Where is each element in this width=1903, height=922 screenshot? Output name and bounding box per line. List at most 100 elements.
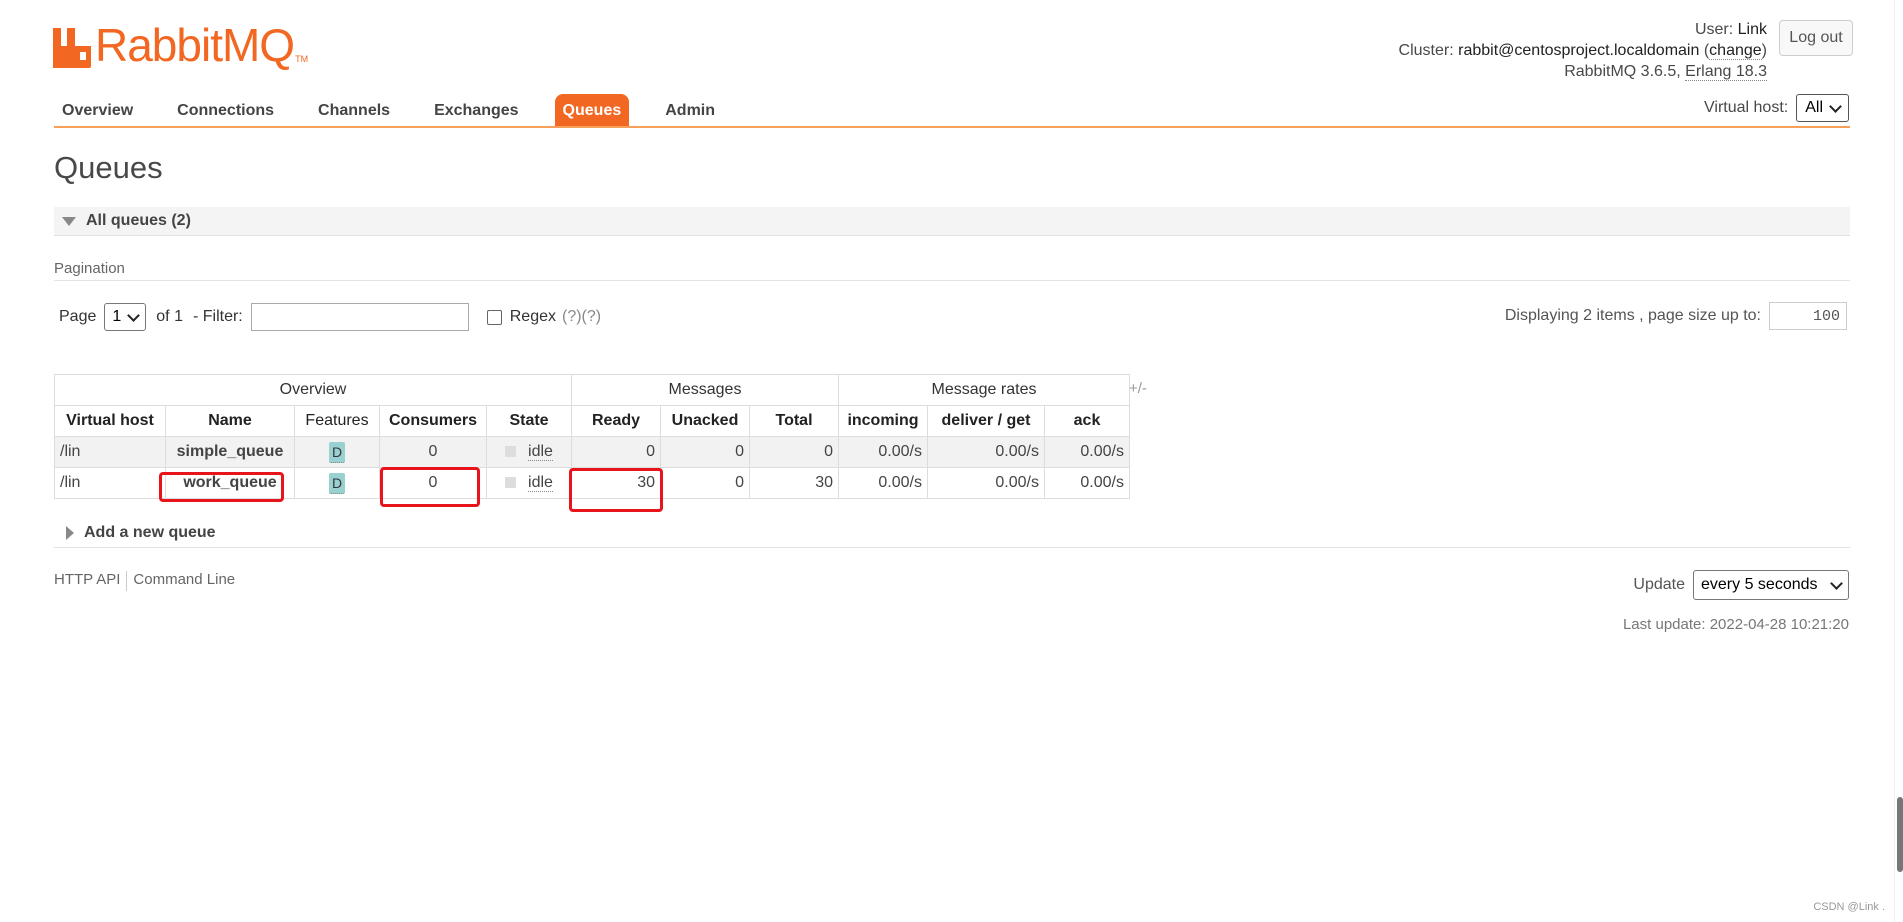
footer-divider — [126, 571, 128, 591]
watermark: CSDN @Link . — [1813, 901, 1885, 913]
cell-total: 30 — [749, 467, 839, 499]
chevron-down-icon — [1830, 576, 1843, 590]
tab-overview[interactable]: Overview — [54, 94, 141, 126]
filter-label: - Filter: — [192, 308, 243, 325]
expand-triangle-icon — [66, 526, 74, 540]
trademark: TM — [295, 54, 309, 64]
pagination-divider — [54, 280, 1850, 281]
cluster-label: Cluster: — [1398, 42, 1454, 59]
highlight-ready — [569, 468, 663, 512]
page-select[interactable]: 1 — [104, 303, 147, 331]
http-api-link[interactable]: HTTP API — [54, 571, 120, 591]
highlight-consumers — [380, 467, 480, 507]
cell-vhost: /lin — [54, 467, 166, 499]
logout-button[interactable]: Log out — [1779, 20, 1853, 56]
col-unacked[interactable]: Unacked — [660, 405, 750, 437]
regex-label: Regex — [509, 308, 556, 325]
cell-unacked: 0 — [660, 436, 750, 468]
cell-ready: 0 — [571, 436, 661, 468]
user-label: User: — [1694, 21, 1734, 38]
tab-connections[interactable]: Connections — [169, 94, 282, 126]
durable-badge: D — [328, 441, 346, 463]
regex-checkbox[interactable] — [486, 309, 502, 325]
display-info: Displaying 2 items , page size up to: — [1505, 302, 1847, 330]
cell-total: 0 — [749, 436, 839, 468]
virtual-host-select[interactable]: All — [1796, 94, 1849, 122]
login-details: User: Link Cluster: rabbit@centosproject… — [1398, 21, 1767, 81]
tab-admin[interactable]: Admin — [657, 94, 723, 126]
queue-link-simple-queue[interactable]: simple_queue — [165, 436, 295, 468]
state-indicator-icon — [505, 446, 517, 458]
col-virtual-host[interactable]: Virtual host — [54, 405, 166, 437]
table-row: /lin simple_queue D 0 idle 0 0 0 0.00/s … — [54, 436, 1130, 468]
col-features: Features — [294, 405, 380, 437]
cell-features: D — [294, 467, 380, 499]
cluster-name: rabbit@centosproject.localdomain — [1458, 42, 1700, 59]
col-ready[interactable]: Ready — [571, 405, 661, 437]
cell-consumers: 0 — [379, 436, 487, 468]
group-message-rates: Message rates — [838, 374, 1130, 406]
last-update: Last update: 2022-04-28 10:21:20 — [1622, 616, 1849, 633]
command-line-link[interactable]: Command Line — [133, 571, 235, 591]
page-count: of 1 — [156, 308, 183, 325]
tab-exchanges[interactable]: Exchanges — [426, 94, 526, 126]
main-nav-tabs: Overview Connections Channels Exchanges … — [54, 94, 751, 128]
virtual-host-label: Virtual host: — [1704, 99, 1789, 116]
all-queues-label: All queues (2) — [86, 212, 191, 229]
page-title: Queues — [54, 150, 163, 185]
update-interval-select[interactable]: every 5 seconds — [1693, 570, 1849, 600]
footer-links: HTTP API Command Line — [54, 571, 235, 591]
erlang-version: Erlang 18.3 — [1685, 63, 1767, 81]
cell-features: D — [294, 436, 380, 468]
cell-state: idle — [486, 436, 572, 468]
display-label: Displaying 2 items , page size up to: — [1504, 307, 1761, 324]
scrollbar-thumb[interactable] — [1897, 797, 1903, 872]
filter-input[interactable] — [250, 303, 469, 331]
state-indicator-icon — [505, 477, 517, 489]
rabbitmq-logo[interactable]: RabbitMQ TM — [53, 20, 308, 68]
cell-unacked: 0 — [660, 467, 750, 499]
collapse-triangle-icon — [62, 216, 76, 226]
chevron-down-icon — [127, 308, 141, 322]
cell-ack: 0.00/s — [1044, 436, 1130, 468]
group-messages: Messages — [571, 374, 839, 406]
change-cluster-link[interactable]: change — [1709, 42, 1762, 60]
rabbit-logo-icon — [53, 28, 91, 68]
cell-incoming: 0.00/s — [838, 436, 928, 468]
col-name[interactable]: Name — [165, 405, 295, 437]
vertical-scrollbar[interactable] — [1894, 0, 1903, 922]
pagination-heading: Pagination — [54, 260, 125, 277]
cell-ack: 0.00/s — [1044, 467, 1130, 499]
col-deliver-get[interactable]: deliver / get — [927, 405, 1045, 437]
regex-help-link[interactable]: (?)(?) — [562, 308, 601, 326]
page-size-input[interactable] — [1769, 302, 1847, 330]
column-options-toggle[interactable]: +/- — [1129, 380, 1147, 397]
col-incoming[interactable]: incoming — [838, 405, 928, 437]
cell-state: idle — [486, 467, 572, 499]
cell-deliver-get: 0.00/s — [927, 467, 1045, 499]
virtual-host-value: All — [1805, 99, 1823, 116]
col-total[interactable]: Total — [749, 405, 839, 437]
col-ack[interactable]: ack — [1044, 405, 1130, 437]
tab-channels[interactable]: Channels — [310, 94, 398, 126]
state-text: idle — [528, 443, 553, 461]
col-state[interactable]: State — [486, 405, 572, 437]
page-label: Page — [59, 308, 97, 325]
chevron-down-icon — [1829, 99, 1842, 113]
state-text: idle — [528, 474, 553, 492]
durable-badge: D — [328, 472, 346, 494]
update-control: Update every 5 seconds — [1633, 570, 1849, 600]
cell-vhost: /lin — [54, 436, 166, 468]
tab-queues[interactable]: Queues — [554, 94, 630, 126]
add-queue-section-toggle[interactable]: Add a new queue — [54, 519, 1850, 548]
brand-name: RabbitMQ — [95, 19, 295, 71]
rabbitmq-version: RabbitMQ 3.6.5, — [1564, 63, 1681, 80]
all-queues-section-toggle[interactable]: All queues (2) — [54, 207, 1850, 236]
virtual-host-filter: Virtual host: All — [1704, 94, 1849, 122]
user-name: Link — [1737, 21, 1767, 38]
update-label: Update — [1633, 576, 1685, 593]
page-select-value: 1 — [112, 308, 122, 325]
group-overview: Overview — [54, 374, 572, 406]
col-consumers[interactable]: Consumers — [379, 405, 487, 437]
pagination-controls: Page 1 of 1 - Filter: Regex (?)(?) — [59, 303, 601, 331]
